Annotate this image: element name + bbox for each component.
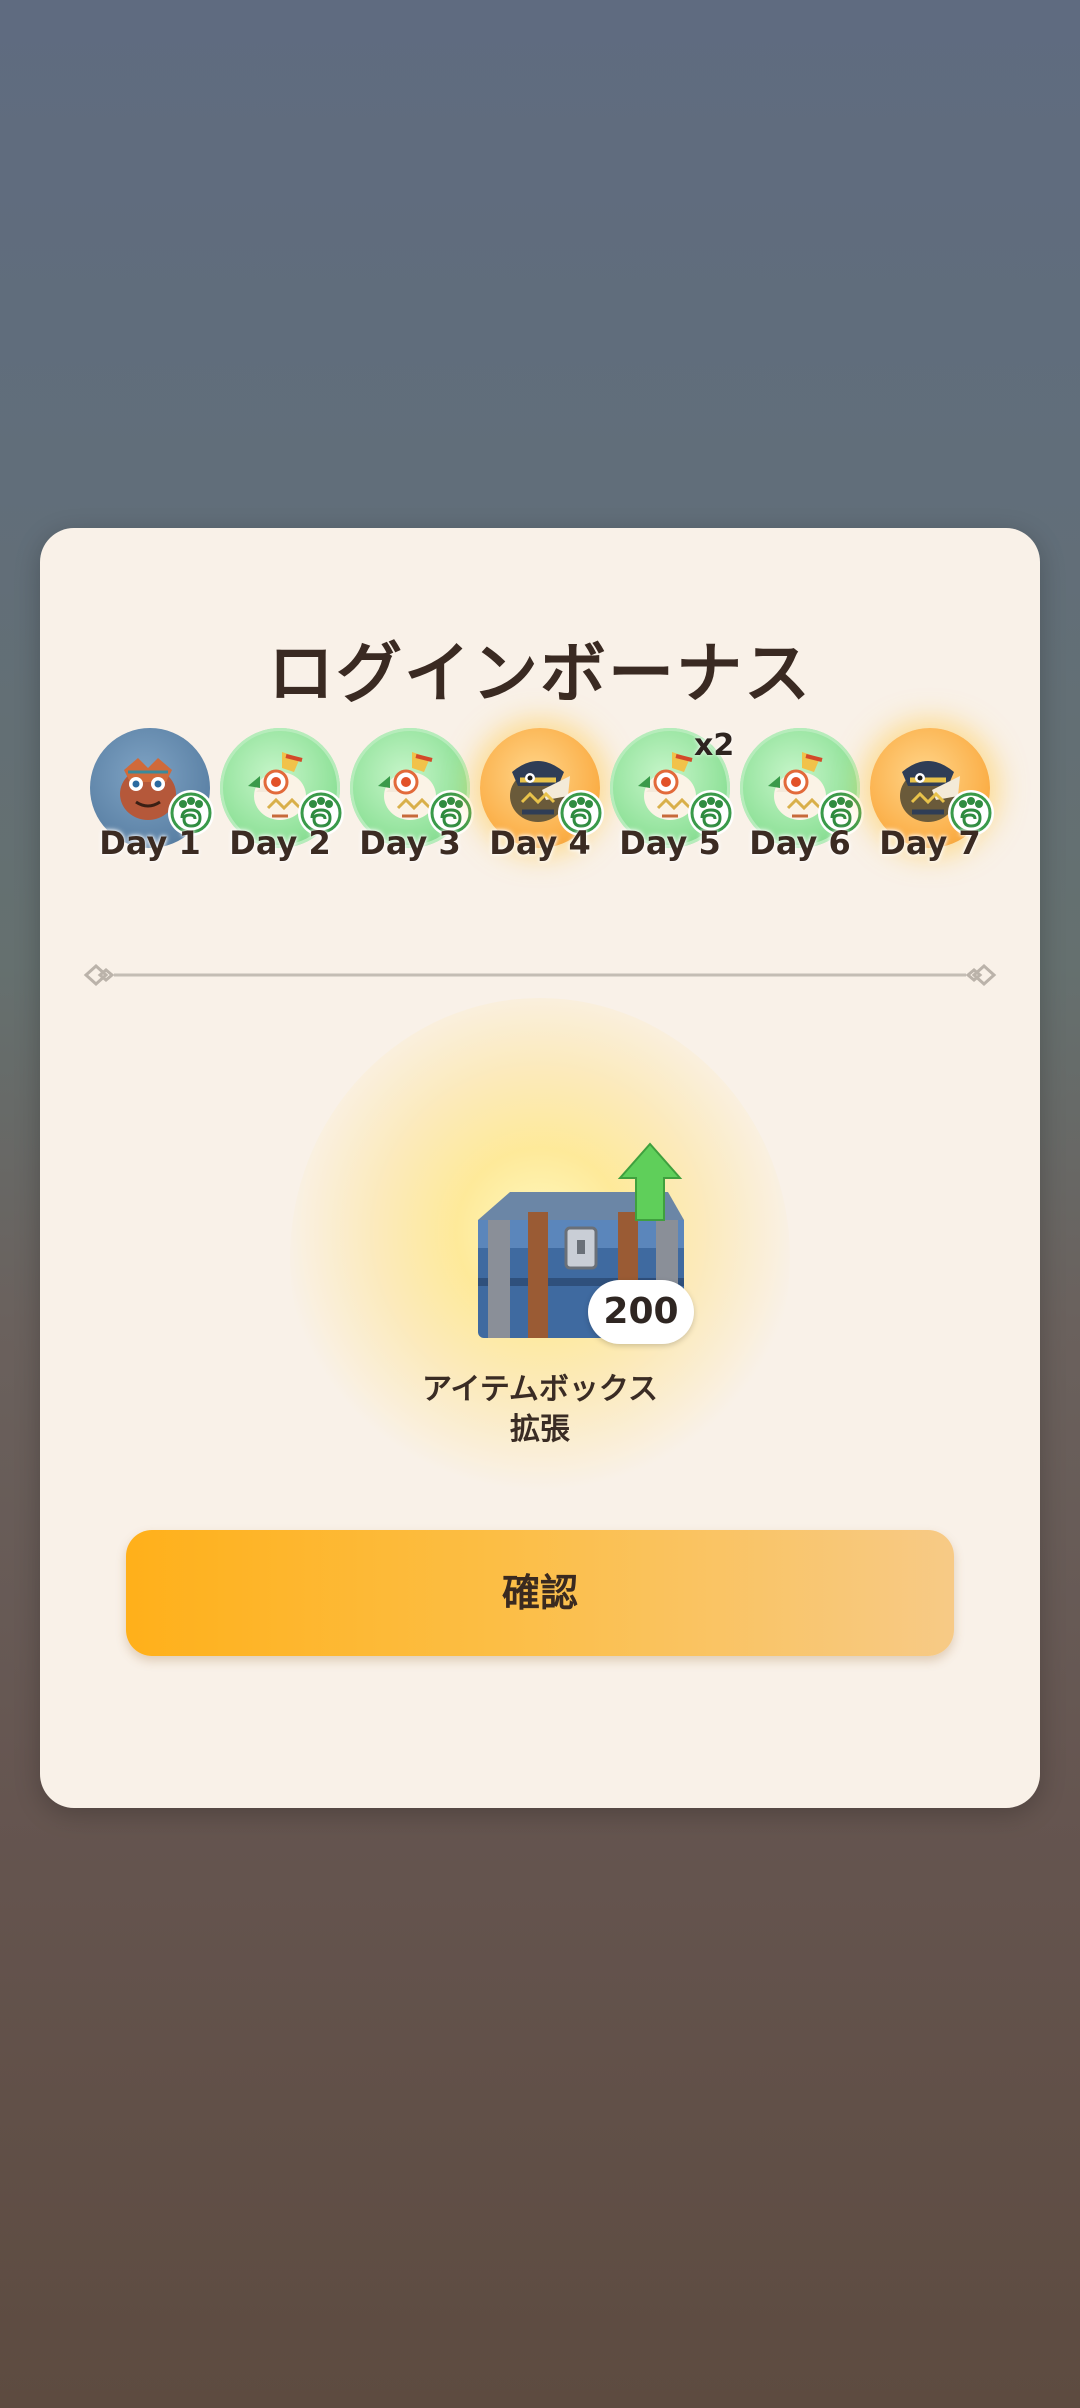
ornamental-divider [83,963,997,987]
day-item-3: Day 3 [348,728,472,878]
reward-multiplier: x2 [694,728,735,763]
reward-name-line-2: 拡張 [510,1412,570,1447]
day-item-2: Day 2 [218,728,342,878]
day-item-1: Day 1 [88,728,212,878]
confirm-button[interactable]: 確認 [126,1530,954,1656]
reward-name-line-1: アイテムボックス [421,1372,659,1407]
day-item-7: Day 7 [868,728,992,878]
day-item-5: x2 Day 5 [608,728,732,878]
login-bonus-dialog: ログインボーナス Day 1 Day 2 Day 3 Day 4 x2 Day … [40,528,1040,1808]
reward-name: アイテムボックス 拡張 [290,1370,790,1450]
dialog-title: ログインボーナス [268,635,812,712]
day-label: Day 7 [879,824,981,862]
reward-display: 200 アイテムボックス 拡張 [290,998,790,1518]
login-day-track: Day 1 Day 2 Day 3 Day 4 x2 Day 5 Day 6 D… [40,728,1040,878]
reward-count-badge: 200 [588,1280,694,1344]
day-item-4: Day 4 [478,728,602,878]
day-item-6: Day 6 [738,728,862,878]
